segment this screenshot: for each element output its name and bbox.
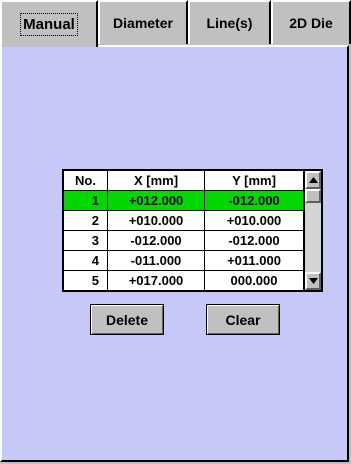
row-y-cell[interactable]: +011.000 (205, 251, 303, 271)
clear-button[interactable]: Clear (206, 304, 280, 335)
row-no-cell: 1 (64, 191, 108, 211)
tab-diameter-label: Diameter (113, 15, 173, 31)
table-row[interactable]: 2 +010.000 +010.000 (64, 211, 303, 231)
scroll-down-button[interactable] (305, 272, 321, 290)
tab-lines-label: Line(s) (206, 15, 253, 31)
points-grid-group: No. X [mm] Y [mm] 1 +012.000 -012.000 2 … (62, 169, 323, 344)
tab-lines[interactable]: Line(s) (188, 0, 271, 44)
row-y-cell[interactable]: 000.000 (205, 271, 303, 291)
scroll-up-button[interactable] (305, 171, 321, 189)
tab-2d-die[interactable]: 2D Die (271, 0, 351, 44)
triangle-up-icon (308, 177, 318, 183)
table-row[interactable]: 1 +012.000 -012.000 (64, 191, 303, 211)
triangle-down-icon (308, 278, 318, 284)
row-x-cell[interactable]: -012.000 (108, 231, 205, 251)
table-row[interactable]: 5 +017.000 000.000 (64, 271, 303, 291)
table-row[interactable]: 3 -012.000 -012.000 (64, 231, 303, 251)
row-no-cell: 5 (64, 271, 108, 291)
header-x: X [mm] (108, 171, 205, 191)
tab-diameter[interactable]: Diameter (98, 0, 188, 44)
row-y-cell[interactable]: -012.000 (205, 231, 303, 251)
delete-button[interactable]: Delete (90, 304, 164, 335)
tab-manual-label: Manual (20, 13, 78, 36)
points-table: No. X [mm] Y [mm] 1 +012.000 -012.000 2 … (62, 169, 305, 292)
tab-panel-manual: No. X [mm] Y [mm] 1 +012.000 -012.000 2 … (0, 45, 349, 462)
table-row[interactable]: 4 -011.000 +011.000 (64, 251, 303, 271)
tab-2d-die-label: 2D Die (289, 15, 333, 31)
table-scrollbar[interactable] (305, 169, 323, 292)
row-no-cell: 4 (64, 251, 108, 271)
tab-manual[interactable]: Manual (0, 0, 98, 47)
row-x-cell[interactable]: +010.000 (108, 211, 205, 231)
header-no: No. (64, 171, 108, 191)
row-x-cell[interactable]: +012.000 (108, 191, 205, 211)
row-y-cell[interactable]: -012.000 (205, 191, 303, 211)
row-x-cell[interactable]: +017.000 (108, 271, 205, 291)
scroll-thumb[interactable] (305, 189, 321, 203)
row-x-cell[interactable]: -011.000 (108, 251, 205, 271)
app-window: Manual Diameter Line(s) 2D Die No. X [mm… (0, 0, 351, 464)
row-no-cell: 2 (64, 211, 108, 231)
row-y-cell[interactable]: +010.000 (205, 211, 303, 231)
table-header-row: No. X [mm] Y [mm] (64, 171, 303, 191)
row-no-cell: 3 (64, 231, 108, 251)
header-y: Y [mm] (205, 171, 303, 191)
